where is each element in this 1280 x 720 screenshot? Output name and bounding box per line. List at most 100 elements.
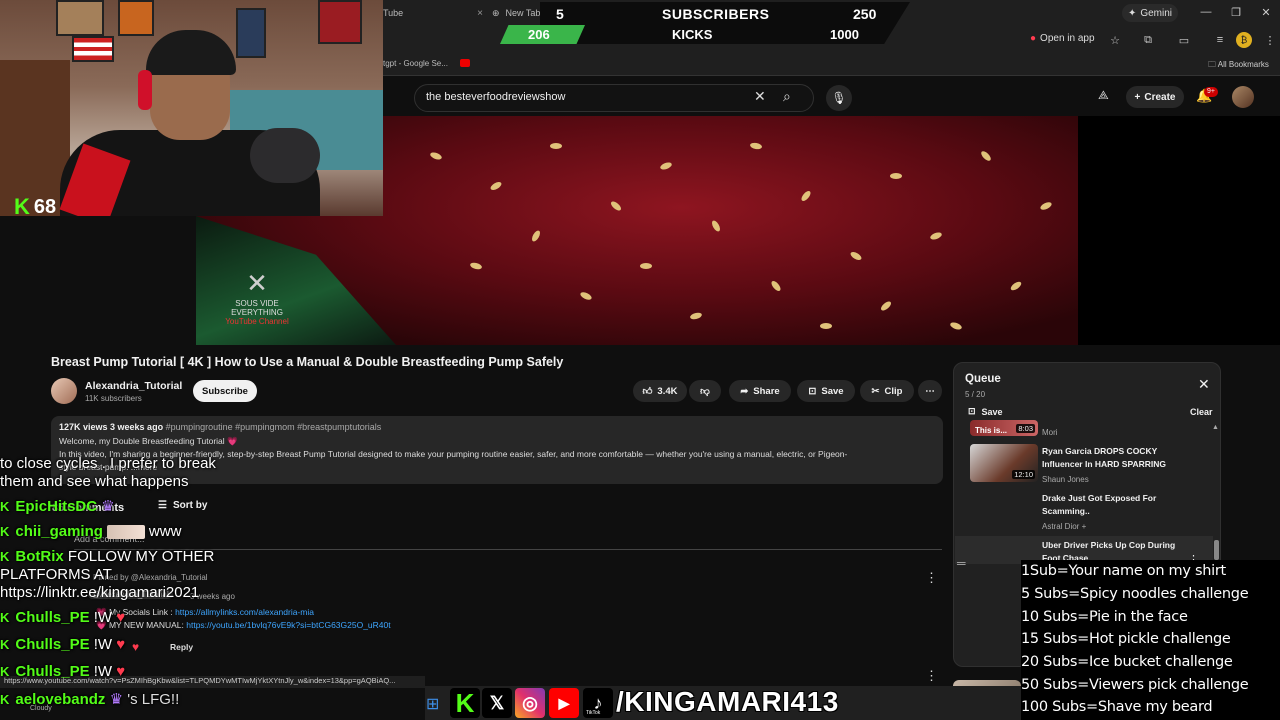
badge-icon: ♛ [97, 498, 115, 515]
queue-item-title[interactable]: Drake Just Got Exposed For Scamming.. [1042, 492, 1187, 518]
poster-red [318, 0, 362, 44]
menu-icon[interactable]: ⋮ [1262, 32, 1278, 48]
gemini-label: Gemini [1140, 7, 1173, 19]
channel-avatar[interactable] [51, 378, 77, 404]
thumbs-down-icon: 👎︎ [700, 386, 710, 397]
cast-icon[interactable]: ⟁ [1098, 88, 1109, 103]
search-icon[interactable]: ⌕ [783, 88, 791, 105]
queue-clear-button[interactable]: Clear [1190, 407, 1213, 417]
queue-item-title[interactable]: Ryan Garcia DROPS COCKY Influencer In HA… [1042, 445, 1187, 471]
open-in-app-label: Open in app [1040, 33, 1095, 44]
youtube-logo-icon: ▶ [549, 688, 579, 718]
poster-lion [56, 0, 104, 36]
sub-goal-item: 1Sub=Your name on my shirt [1021, 563, 1226, 579]
channel-name[interactable]: Alexandria_Tutorial [85, 380, 182, 392]
thumbs-up-icon: 👍︎ [642, 386, 653, 397]
drag-handle-icon[interactable]: ═ [957, 556, 966, 570]
video-watermark: ✕ SOUS VIDE EVERYTHING YouTube Channel [212, 268, 302, 338]
comment-link[interactable]: https://allmylinks.com/alexandria-mia [175, 607, 314, 617]
kick-count: 206 [528, 27, 550, 42]
beanie [146, 30, 236, 75]
comment-menu-icon[interactable]: ⋮ [925, 668, 938, 684]
save-label: Save [821, 385, 844, 397]
chat-line: to close cycles . I prefer to break [0, 455, 216, 472]
chat-username: Chulls_PE [15, 663, 90, 680]
ellipsis-icon: ⋯ [925, 385, 935, 397]
dog [250, 128, 320, 183]
minimize-button[interactable]: — [1196, 3, 1216, 21]
more-actions-button[interactable]: ⋯ [918, 380, 942, 402]
close-icon[interactable]: ✕ [1198, 376, 1210, 393]
chat-text: them and see what happens [0, 473, 189, 490]
hashtags[interactable]: #pumpingroutine #pumpingmom #breastpumpt… [166, 422, 382, 432]
youtube-bookmark-icon[interactable] [460, 59, 470, 67]
watermark-subtext: YouTube Channel [225, 317, 289, 326]
scroll-up-icon[interactable]: ▲ [1212, 424, 1219, 431]
close-window-button[interactable]: ✕ [1256, 3, 1276, 21]
comment-menu-icon[interactable]: ⋮ [925, 570, 938, 586]
subscribe-button[interactable]: Subscribe [193, 380, 257, 402]
maximize-button[interactable]: ❐ [1226, 3, 1246, 21]
clear-search-icon[interactable]: ✕ [754, 88, 766, 105]
heart-icon[interactable]: ♥ [132, 640, 139, 654]
save-button[interactable]: ⊡ Save [797, 380, 855, 402]
heart-icon: ♥ [116, 609, 126, 626]
share-label: Share [753, 385, 780, 397]
microphone-icon[interactable]: 🎙 [826, 85, 852, 111]
queue-scrollbar[interactable] [1214, 540, 1219, 560]
chat-line: K Chulls_PE !W ♥ [0, 663, 125, 680]
windows-start-icon[interactable]: ⊞ [426, 694, 439, 714]
bookmark-item[interactable]: tgpt - Google Se... [383, 59, 448, 68]
heart-icon: ♥ [116, 663, 126, 680]
share-button[interactable]: ➦ Share [729, 380, 791, 402]
star-icon[interactable]: ☆ [1107, 32, 1123, 48]
instagram-logo-icon: ◎ [515, 688, 545, 718]
description-line: Welcome, my Double Breastfeeding Tutoria… [59, 436, 238, 446]
gemini-button[interactable]: ✦ Gemini [1122, 4, 1178, 22]
chat-line: Kchii_gaming www [0, 523, 181, 540]
poster-blue [236, 8, 266, 58]
queue-item-title[interactable]: This is... [975, 424, 1035, 437]
viewer-count: K 68 [14, 194, 56, 216]
bookmark-icon: ⊡ [808, 385, 817, 397]
like-button[interactable]: 👍︎ 3.4K [633, 380, 687, 402]
chat-line: K BotRix FOLLOW MY OTHER [0, 548, 214, 565]
queue-thumbnail[interactable]: 12:10 [970, 444, 1038, 482]
knife-logo-icon: ✕ [246, 268, 268, 298]
comment-line: 💗 My Socials Link : https://allmylinks.c… [96, 607, 314, 618]
chat-text: to close cycles . I prefer to break [0, 455, 216, 472]
app-icon: ● [1030, 33, 1037, 44]
chat-line: K Chulls_PE !W ♥ [0, 609, 125, 626]
sidepanel-icon[interactable]: ▭ [1176, 32, 1192, 48]
comment-link[interactable]: https://youtu.be/1bvlq76vE9k?si=btCG63G2… [186, 620, 390, 630]
description-meta: 127K views 3 weeks ago #pumpingroutine #… [59, 422, 381, 432]
create-button[interactable]: + Create [1126, 86, 1184, 108]
video-title: Breast Pump Tutorial [ 4K ] How to Use a… [51, 355, 564, 369]
reply-button[interactable]: Reply [170, 642, 193, 652]
tab-youtube[interactable]: Tube × [383, 4, 483, 22]
kick-label: KICKS [672, 27, 713, 42]
queue-title: Queue [965, 373, 1001, 385]
all-bookmarks-label: All Bookmarks [1217, 60, 1269, 69]
kick-icon: K [0, 499, 10, 514]
chat-username: Chulls_PE [15, 609, 90, 626]
sort-by-button[interactable]: ☰ Sort by [158, 500, 207, 511]
tab-label: Tube [383, 8, 404, 18]
clip-label: Clip [884, 385, 903, 397]
sort-icon: ☰ [158, 500, 167, 511]
chat-username: Chulls_PE [15, 636, 90, 653]
search-query: the besteverfoodreviewshow [426, 91, 566, 103]
sub-goal-item: 20 Subs=Ice bucket challenge [1021, 654, 1233, 670]
bookmark-icon: ⊡ [968, 406, 976, 416]
extensions-icon[interactable]: ⧉ [1140, 32, 1156, 48]
all-bookmarks-button[interactable]: 🗀 All Bookmarks [1208, 59, 1269, 73]
media-icon[interactable]: ≡ [1212, 32, 1228, 48]
dislike-button[interactable]: 👎︎ [689, 380, 721, 402]
open-in-app-button[interactable]: ● Open in app [1030, 33, 1095, 44]
queue-save-button[interactable]: ⊡ Save [968, 406, 1003, 417]
close-icon[interactable]: × [477, 8, 483, 19]
clip-button[interactable]: ✂ Clip [860, 380, 914, 402]
chat-line: K EpicHitsDC ♛ [0, 497, 115, 515]
account-avatar[interactable] [1232, 86, 1254, 108]
profile-icon[interactable]: ₿ [1236, 32, 1252, 48]
